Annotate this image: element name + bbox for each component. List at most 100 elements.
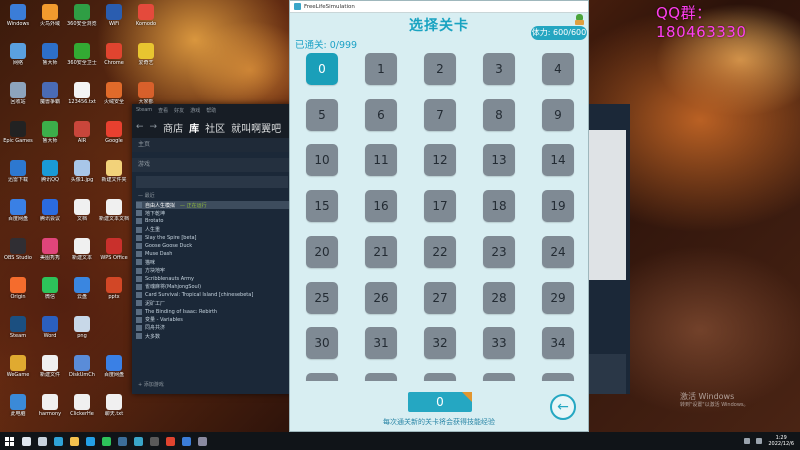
steam-home-link[interactable]: 主页 xyxy=(132,138,292,152)
level-button[interactable]: 39 xyxy=(542,372,574,381)
desktop-icon[interactable]: WeGame xyxy=(3,355,33,378)
desktop-icon[interactable]: Komodo xyxy=(131,4,161,27)
level-button[interactable]: 0 xyxy=(306,53,338,85)
level-button[interactable]: 11 xyxy=(365,144,397,177)
steam-game-item[interactable]: 雀魂麻将(MahjongSoul) xyxy=(136,283,292,291)
level-button[interactable]: 23 xyxy=(483,235,515,268)
desktop-icon[interactable]: 火鸟外域 xyxy=(35,4,65,27)
steam-game-item[interactable]: 地下乾坤 xyxy=(136,209,292,217)
taskbar-edge-button[interactable] xyxy=(50,432,66,450)
desktop-icon[interactable]: 360安全卫士 xyxy=(67,43,97,66)
taskbar-wechat-button[interactable] xyxy=(98,432,114,450)
desktop-icon[interactable]: OBS Studio xyxy=(3,238,33,261)
steam-game-item[interactable]: 大多数 xyxy=(136,332,292,340)
steam-game-item[interactable]: The Binding of Isaac: Rebirth xyxy=(136,307,292,315)
level-button[interactable]: 34 xyxy=(542,327,574,360)
level-button[interactable]: 7 xyxy=(424,98,456,131)
desktop-icon[interactable]: 360安全浏览器 xyxy=(67,4,97,27)
desktop-icon[interactable]: png xyxy=(67,316,97,339)
desktop-icon[interactable]: 新建文件夹 xyxy=(99,160,129,183)
desktop-icon[interactable]: 火绒安全 xyxy=(99,82,129,105)
desktop-icon[interactable]: 爱奇艺 xyxy=(131,43,161,66)
level-button[interactable]: 32 xyxy=(424,327,456,360)
desktop-icon[interactable]: 此电脑 xyxy=(3,394,33,417)
steam-game-item[interactable]: 泥矿工厂 xyxy=(136,299,292,307)
level-button[interactable]: 36 xyxy=(365,372,397,381)
taskbar-search-button[interactable] xyxy=(18,432,34,450)
desktop-icon[interactable]: AIR xyxy=(67,121,97,144)
level-button[interactable]: 33 xyxy=(483,327,515,360)
steam-game-item[interactable]: 变量 - Variables xyxy=(136,316,292,324)
steam-menu-item[interactable]: 游戏 xyxy=(190,107,200,114)
level-counter-button[interactable]: 0 xyxy=(408,392,472,412)
level-button[interactable]: 4 xyxy=(542,53,574,85)
steam-menu-item[interactable]: 好友 xyxy=(174,107,184,114)
desktop-icon[interactable]: 云盘 xyxy=(67,277,97,300)
steam-menu-item[interactable]: 查看 xyxy=(158,107,168,114)
steam-game-item[interactable]: Scribblenauts Army xyxy=(136,275,292,283)
desktop-icon[interactable]: Word xyxy=(35,316,65,339)
level-button[interactable]: 3 xyxy=(483,53,515,85)
level-button[interactable]: 26 xyxy=(365,281,397,314)
level-button[interactable]: 22 xyxy=(424,235,456,268)
steam-game-item[interactable]: 方块地牢 xyxy=(136,267,292,275)
desktop-icon[interactable]: Google xyxy=(99,121,129,144)
level-button[interactable]: 8 xyxy=(483,98,515,131)
desktop-icon[interactable]: Chrome xyxy=(99,43,129,66)
taskbar-mail-button[interactable] xyxy=(194,432,210,450)
volume-icon[interactable] xyxy=(756,438,763,444)
steam-search-input[interactable] xyxy=(136,176,288,188)
level-button[interactable]: 16 xyxy=(365,190,397,223)
level-button[interactable]: 21 xyxy=(365,235,397,268)
level-button[interactable]: 20 xyxy=(306,235,338,268)
steam-tab-store[interactable]: 商店 xyxy=(163,120,183,135)
taskbar-clock[interactable]: 1:29 2022/12/6 xyxy=(768,435,794,447)
desktop-icon[interactable]: ClickerHe xyxy=(67,394,97,417)
desktop-icon[interactable]: 迅雷下载 xyxy=(3,160,33,183)
desktop-icon[interactable]: WiFi xyxy=(99,4,129,27)
steam-game-item[interactable]: Goose Goose Duck xyxy=(136,242,292,250)
desktop-icon[interactable]: 大家都 xyxy=(131,82,161,105)
desktop-icon[interactable]: 腾讯会议 xyxy=(35,199,65,222)
steam-game-item[interactable]: Muse Dash xyxy=(136,250,292,258)
level-button[interactable]: 14 xyxy=(542,144,574,177)
steam-game-item[interactable]: 自由人生模拟 — 正在运行 xyxy=(136,201,292,210)
level-button[interactable]: 19 xyxy=(542,190,574,223)
level-button[interactable]: 24 xyxy=(542,235,574,268)
level-button[interactable]: 28 xyxy=(483,281,515,314)
level-button[interactable]: 15 xyxy=(306,190,338,223)
taskbar-explorer-button[interactable] xyxy=(66,432,82,450)
steam-back-icon[interactable]: ← xyxy=(136,122,144,132)
desktop-icon[interactable]: 美图秀秀 xyxy=(35,238,65,261)
steam-game-item[interactable]: 人生重 xyxy=(136,226,292,234)
desktop-icon[interactable]: Origin xyxy=(3,277,33,300)
level-button[interactable]: 18 xyxy=(483,190,515,223)
desktop-icon[interactable]: 腾讯QQ xyxy=(35,160,65,183)
level-button[interactable]: 1 xyxy=(365,53,397,85)
taskbar-chrome-button[interactable] xyxy=(162,432,178,450)
desktop-icon[interactable]: 123456.txt xyxy=(67,82,97,105)
desktop-icon[interactable]: 鲁大师 xyxy=(35,121,65,144)
level-button[interactable]: 9 xyxy=(542,98,574,131)
steam-game-item[interactable]: 猫咪 xyxy=(136,258,292,266)
level-button[interactable]: 13 xyxy=(483,144,515,177)
desktop-icon[interactable]: 新建文件 xyxy=(35,355,65,378)
steam-menu-item[interactable]: 帮助 xyxy=(206,107,216,114)
level-button[interactable]: 27 xyxy=(424,281,456,314)
level-button[interactable]: 30 xyxy=(306,327,338,360)
desktop-icon[interactable]: DiskUmCh xyxy=(67,355,97,378)
taskbar-obs-button[interactable] xyxy=(146,432,162,450)
taskbar-task-view-button[interactable] xyxy=(34,432,50,450)
desktop-icon[interactable]: 百度网盘 xyxy=(3,199,33,222)
level-button[interactable]: 2 xyxy=(424,53,456,85)
level-button[interactable]: 29 xyxy=(542,281,574,314)
level-button[interactable]: 31 xyxy=(365,327,397,360)
desktop-icon[interactable]: 文档 xyxy=(67,199,97,222)
level-button[interactable]: 35 xyxy=(306,372,338,381)
desktop-icon[interactable]: Epic Games xyxy=(3,121,33,144)
steam-menu-item[interactable]: Steam xyxy=(136,107,152,113)
desktop-icon[interactable]: Windows xyxy=(3,4,33,27)
level-button[interactable]: 17 xyxy=(424,190,456,223)
desktop-icon[interactable]: 新建文本文档 xyxy=(99,199,129,222)
desktop-icon[interactable]: 百度网盘 xyxy=(99,355,129,378)
